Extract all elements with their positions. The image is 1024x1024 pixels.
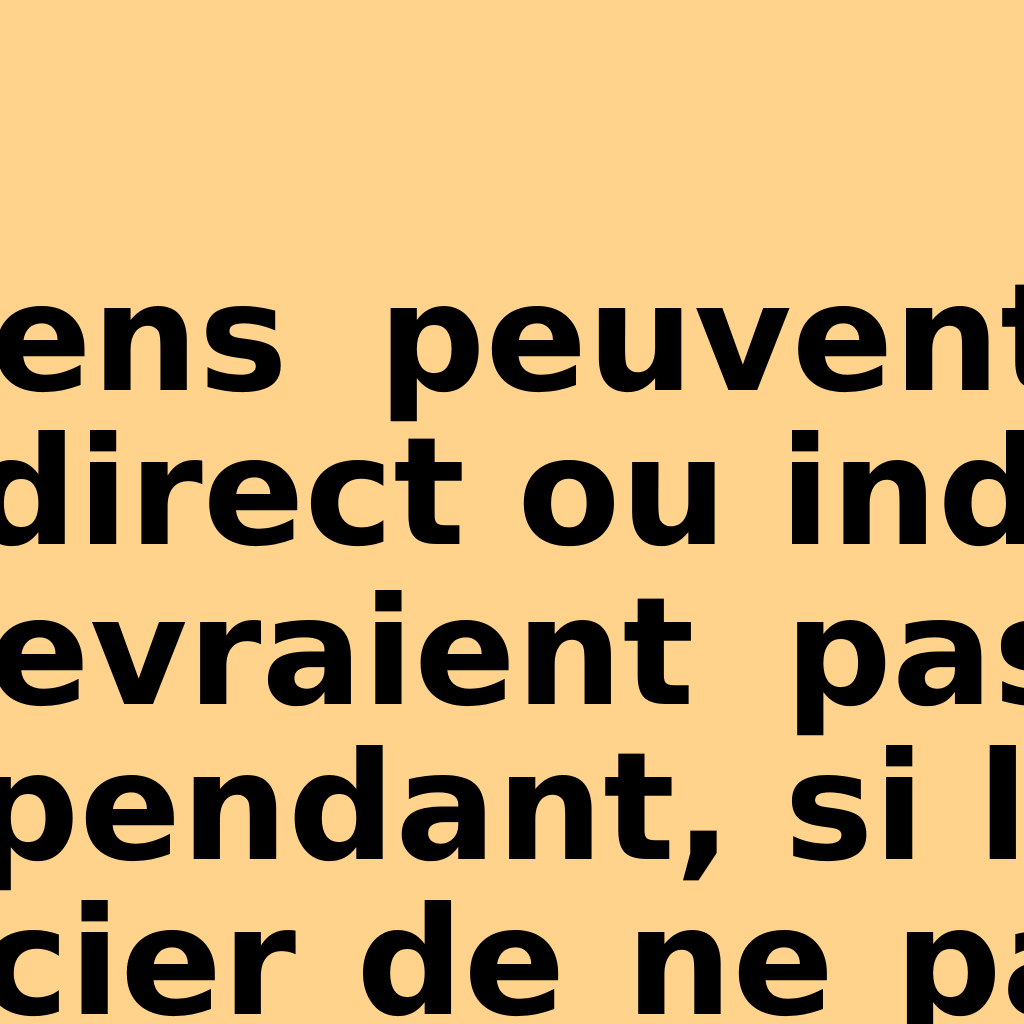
text-line-4: pendant, si les a: [0, 721, 1024, 895]
text-line-2: direct ou indirec: [0, 406, 1024, 580]
text-line-5: cier de ne pas re: [0, 876, 1024, 1024]
document-page: ens peuvent co direct ou indirec evraien…: [0, 0, 1024, 1024]
text-line-3: evraient pas m: [0, 566, 1024, 740]
text-line-1: ens peuvent co: [0, 252, 1024, 426]
